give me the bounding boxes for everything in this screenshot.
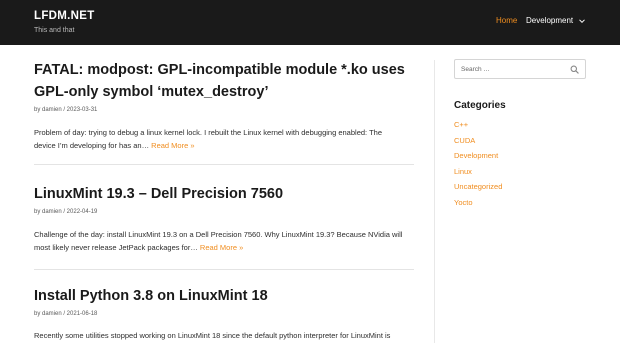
- read-more-link[interactable]: Read More »: [151, 141, 194, 150]
- post-meta: by damien / 2022-04-19: [34, 209, 98, 215]
- category-link-yocto[interactable]: Yocto: [454, 198, 473, 207]
- post-excerpt: Challenge of the day: install LinuxMint …: [34, 229, 426, 254]
- post-excerpt-line: Problem of day: trying to debug a linux …: [34, 128, 382, 137]
- post-excerpt-line: Recently some utilities stopped working …: [34, 331, 391, 340]
- category-link-linux[interactable]: Linux: [454, 167, 472, 176]
- category-link-cpp[interactable]: C++: [454, 120, 468, 129]
- read-more-link[interactable]: Read More »: [200, 243, 243, 252]
- post-meta: by damien / 2021-06-18: [34, 311, 98, 317]
- chevron-down-icon[interactable]: [578, 17, 586, 25]
- post-title-continued[interactable]: GPL-only symbol ‘mutex_destroy’: [34, 82, 268, 103]
- category-link-development[interactable]: Development: [454, 151, 498, 160]
- categories-heading: Categories: [454, 100, 506, 111]
- site-title[interactable]: LFDM.NET: [34, 10, 95, 22]
- post-excerpt-line: most likely never release JetPack packag…: [34, 242, 426, 255]
- post-meta: by damien / 2023-03-31: [34, 107, 98, 113]
- post-divider: [34, 269, 414, 270]
- site-header: LFDM.NET This and that Home Development: [0, 0, 620, 45]
- nav-item-development[interactable]: Development: [526, 16, 573, 25]
- category-link-cuda[interactable]: CUDA: [454, 136, 475, 145]
- post-title[interactable]: FATAL: modpost: GPL-incompatible module …: [34, 60, 405, 81]
- category-link-uncategorized[interactable]: Uncategorized: [454, 182, 502, 191]
- post-excerpt-line: Challenge of the day: install LinuxMint …: [34, 230, 403, 239]
- post-excerpt: Recently some utilities stopped working …: [34, 330, 426, 343]
- post-excerpt-line: device I’m developing for has an… Read M…: [34, 140, 426, 153]
- search-icon[interactable]: [570, 65, 579, 74]
- site-tagline: This and that: [34, 27, 75, 34]
- post-excerpt-text: most likely never release JetPack packag…: [34, 242, 198, 252]
- post-title[interactable]: Install Python 3.8 on LinuxMint 18: [34, 286, 268, 307]
- search-input[interactable]: [461, 64, 561, 75]
- nav-item-home[interactable]: Home: [496, 16, 517, 25]
- post-divider: [34, 164, 414, 165]
- post-title[interactable]: LinuxMint 19.3 – Dell Precision 7560: [34, 184, 283, 205]
- post-excerpt-text: device I’m developing for has an…: [34, 140, 150, 150]
- sidebar-divider: [434, 60, 435, 343]
- search-form: [454, 59, 586, 79]
- post-excerpt: Problem of day: trying to debug a linux …: [34, 127, 426, 152]
